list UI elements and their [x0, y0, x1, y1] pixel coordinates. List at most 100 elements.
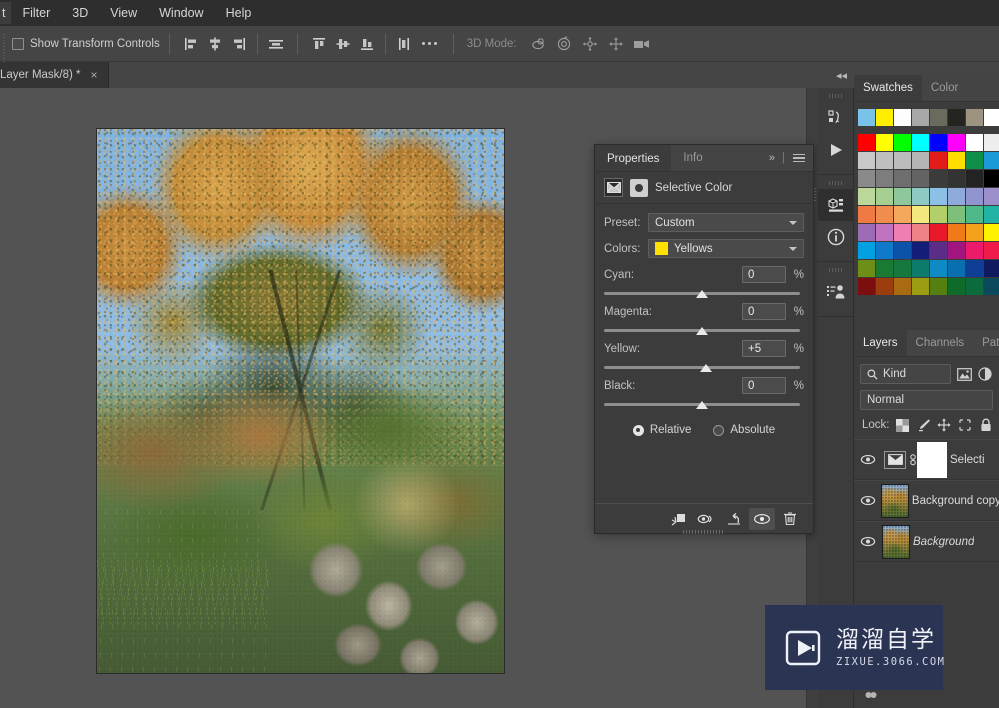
document-tab[interactable]: Layer Mask/8) * ×	[0, 62, 109, 88]
tab-layers[interactable]: Layers	[854, 330, 907, 356]
swatch-5-1[interactable]	[876, 224, 893, 241]
layer-visibility-icon[interactable]	[854, 495, 881, 506]
layer-name[interactable]: Selecti	[950, 454, 985, 466]
swatch-4-6[interactable]	[966, 206, 983, 223]
swatch-3-3[interactable]	[912, 188, 929, 205]
swatch-8-2[interactable]	[894, 278, 911, 295]
swatch-4-3[interactable]	[912, 206, 929, 223]
menu-item-window[interactable]: Window	[148, 2, 214, 24]
swatch-3-0[interactable]	[858, 188, 875, 205]
swatch-2-7[interactable]	[984, 170, 999, 187]
swatch-1-5[interactable]	[948, 152, 965, 169]
rail-grip[interactable]	[828, 268, 843, 272]
swatch-4-2[interactable]	[894, 206, 911, 223]
recent-swatch-5[interactable]	[948, 109, 965, 126]
swatch-5-2[interactable]	[894, 224, 911, 241]
pixel-filter-icon[interactable]	[956, 366, 972, 382]
view-previous-state-icon[interactable]	[693, 508, 719, 530]
swatch-4-4[interactable]	[930, 206, 947, 223]
swatch-4-0[interactable]	[858, 206, 875, 223]
swatch-6-0[interactable]	[858, 242, 875, 259]
layer-thumbnail[interactable]	[881, 483, 909, 518]
layer-mask-link-icon[interactable]	[909, 453, 919, 466]
swatch-6-3[interactable]	[912, 242, 929, 259]
swatch-0-1[interactable]	[876, 134, 893, 151]
lock-position-icon[interactable]	[937, 417, 952, 433]
rail-grip[interactable]	[828, 94, 843, 98]
swatch-4-1[interactable]	[876, 206, 893, 223]
colors-dropdown[interactable]: Yellows	[648, 239, 804, 258]
document-image[interactable]	[96, 128, 505, 674]
swatch-3-4[interactable]	[930, 188, 947, 205]
swatch-7-4[interactable]	[930, 260, 947, 277]
3d-roll-icon[interactable]	[551, 32, 577, 56]
tab-swatches[interactable]: Swatches	[854, 75, 922, 101]
3d-camera-icon[interactable]	[629, 32, 655, 56]
info-icon[interactable]	[818, 221, 854, 253]
3d-properties-icon[interactable]	[818, 189, 854, 221]
swatch-8-6[interactable]	[966, 278, 983, 295]
menu-item-filter[interactable]: Filter	[11, 2, 61, 24]
lock-all-icon[interactable]	[978, 417, 993, 433]
swatch-8-1[interactable]	[876, 278, 893, 295]
actions-play-icon[interactable]	[818, 134, 854, 166]
layer-visibility-icon[interactable]	[854, 454, 882, 465]
swatch-8-0[interactable]	[858, 278, 875, 295]
swatch-3-2[interactable]	[894, 188, 911, 205]
tab-color[interactable]: Color	[922, 75, 967, 101]
chevron-double-right-icon[interactable]: »	[769, 152, 775, 164]
tab-properties[interactable]: Properties	[595, 145, 672, 171]
slider-magenta-thumb[interactable]	[696, 327, 708, 335]
notes-clone-source-icon[interactable]	[818, 276, 854, 308]
tab-info[interactable]: Info	[671, 145, 714, 171]
swatch-1-3[interactable]	[912, 152, 929, 169]
tab-paths[interactable]: Paths	[973, 330, 999, 356]
table-row[interactable]: Background copy	[854, 480, 999, 521]
swatch-6-5[interactable]	[948, 242, 965, 259]
show-transform-controls-checkbox[interactable]: Show Transform Controls	[10, 37, 160, 50]
swatch-matrix[interactable]	[858, 134, 999, 295]
recent-swatch-4[interactable]	[930, 109, 947, 126]
layer-mask-thumbnail[interactable]	[917, 441, 947, 478]
slider-yellow-thumb[interactable]	[699, 364, 712, 372]
toggle-visibility-icon[interactable]	[749, 507, 775, 530]
slider-magenta-value[interactable]: 0	[742, 303, 786, 320]
swatch-7-5[interactable]	[948, 260, 965, 277]
align-horizontal-centers-icon[interactable]	[203, 32, 227, 56]
menu-item-help[interactable]: Help	[215, 2, 263, 24]
checkbox-box[interactable]	[12, 37, 24, 50]
swatch-6-1[interactable]	[876, 242, 893, 259]
swatch-7-1[interactable]	[876, 260, 893, 277]
radio-relative-dot[interactable]	[632, 424, 644, 436]
collapse-icon[interactable]: ◂◂	[836, 69, 847, 82]
recent-swatch-7[interactable]	[984, 109, 999, 126]
align-horizontal-distribute-icon[interactable]	[264, 32, 288, 56]
swatch-7-2[interactable]	[894, 260, 911, 277]
swatch-grid[interactable]	[854, 134, 999, 295]
swatch-6-2[interactable]	[894, 242, 911, 259]
swatch-8-7[interactable]	[984, 278, 999, 295]
reset-icon[interactable]	[721, 508, 747, 530]
swatch-1-2[interactable]	[894, 152, 911, 169]
preset-dropdown[interactable]: Custom	[648, 213, 804, 232]
link-layers-icon[interactable]	[864, 689, 878, 701]
swatch-8-3[interactable]	[912, 278, 929, 295]
rail-grip[interactable]	[828, 181, 843, 185]
slider-cyan-thumb[interactable]	[696, 290, 708, 298]
swatch-5-5[interactable]	[948, 224, 965, 241]
swatch-0-6[interactable]	[966, 134, 983, 151]
swatch-1-1[interactable]	[876, 152, 893, 169]
swatch-5-6[interactable]	[966, 224, 983, 241]
slider-yellow-track[interactable]	[604, 364, 800, 372]
radio-relative[interactable]: Relative	[632, 424, 691, 436]
layer-name[interactable]: Background	[913, 536, 974, 548]
swatch-2-2[interactable]	[894, 170, 911, 187]
slider-black-value[interactable]: 0	[742, 377, 786, 394]
menu-item-3d[interactable]: 3D	[61, 2, 99, 24]
slider-black-track[interactable]	[604, 401, 800, 409]
swatch-2-6[interactable]	[966, 170, 983, 187]
adjustment-layer-thumbnail[interactable]	[884, 450, 906, 469]
layer-name[interactable]: Background copy	[912, 495, 999, 507]
slider-black-thumb[interactable]	[696, 401, 708, 409]
tab-channels[interactable]: Channels	[907, 330, 974, 356]
